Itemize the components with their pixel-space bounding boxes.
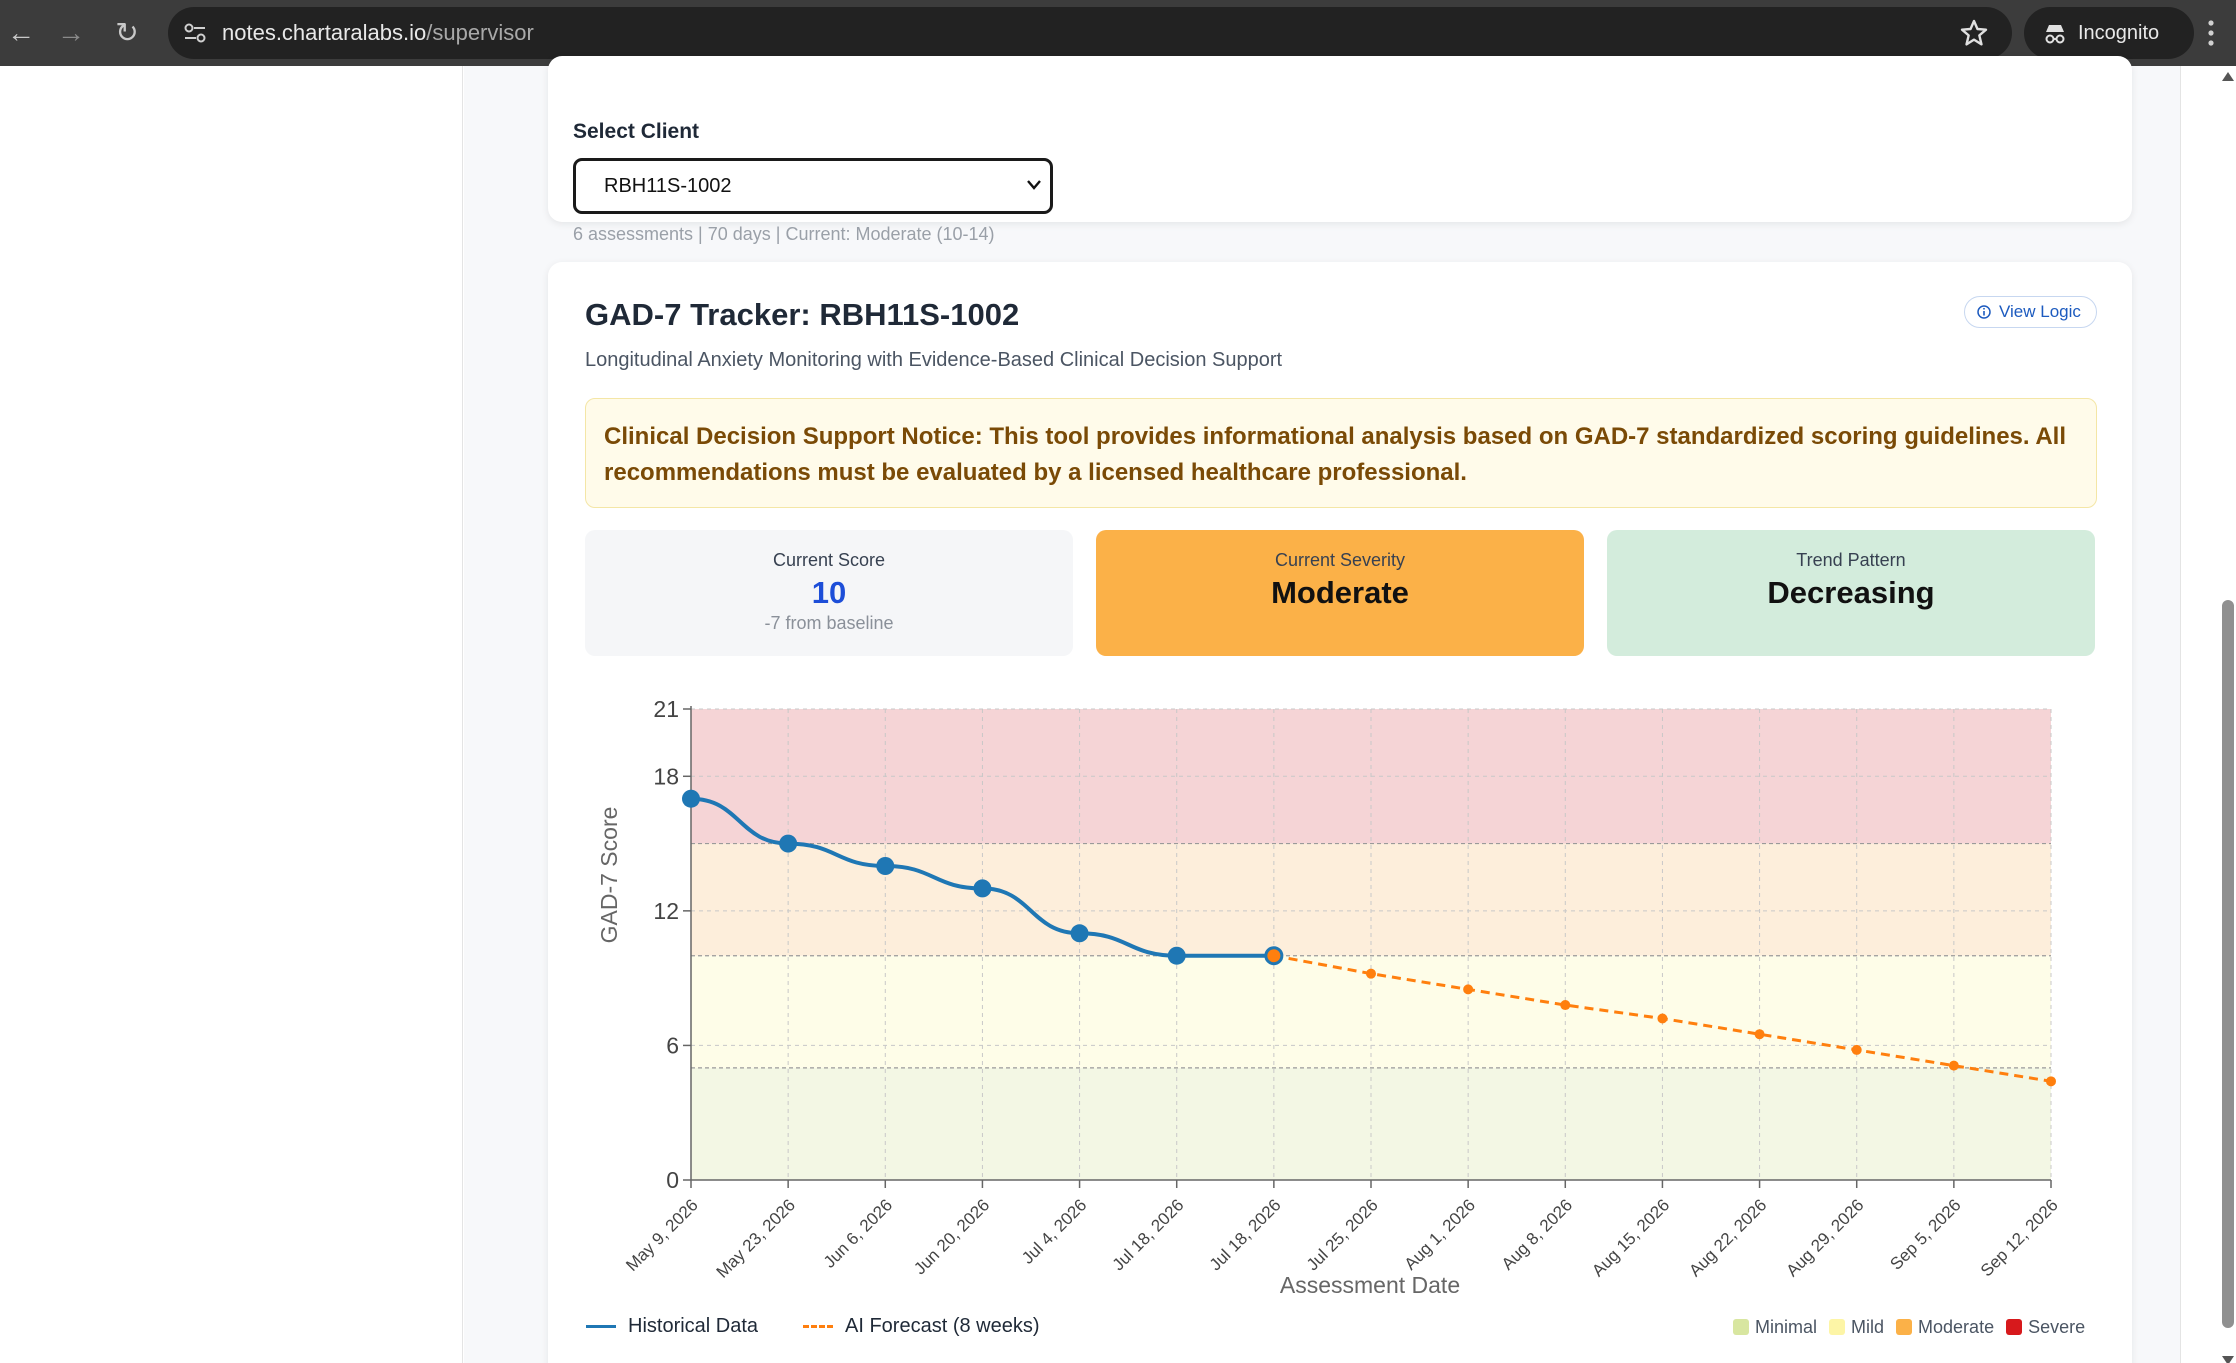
historical-point: [1167, 946, 1186, 965]
current-score-card: Current Score 10 -7 from baseline: [585, 530, 1073, 656]
legend-forecast-label: AI Forecast (8 weeks): [845, 1315, 1040, 1337]
severity-legend: Minimal Mild Moderate Severe: [1733, 1317, 2097, 1338]
historical-point: [779, 834, 798, 853]
legend-swatch: [1829, 1319, 1846, 1335]
forecast-point: [1366, 968, 1376, 979]
trend-value: Decreasing: [1767, 575, 1935, 610]
legend-band-minimal: Minimal: [1733, 1317, 1817, 1338]
tracker-title: GAD-7 Tracker: RBH11S-1002: [585, 297, 1020, 332]
x-axis-label: Assessment Date: [1280, 1272, 1460, 1298]
view-logic-label: View Logic: [1999, 302, 2081, 321]
current-score-value: 10: [811, 575, 847, 610]
trend-pattern-card: Trend Pattern Decreasing: [1607, 530, 2095, 656]
forward-icon[interactable]: →: [52, 14, 90, 52]
historical-point: [682, 789, 700, 808]
legend-swatch: [1733, 1319, 1749, 1335]
severity-value: Moderate: [1271, 575, 1409, 610]
legend-swatch: [1896, 1319, 1913, 1335]
historical-point: [1070, 924, 1089, 943]
historical-point-latest: [1264, 946, 1284, 966]
forecast-point: [2046, 1076, 2056, 1087]
browser-menu-icon[interactable]: [2196, 14, 2226, 52]
current-score-label: Current Score: [772, 550, 886, 570]
tracker-subtitle: Longitudinal Anxiety Monitoring with Evi…: [585, 349, 1283, 371]
view-logic-button[interactable]: View Logic: [1964, 296, 2097, 328]
back-icon[interactable]: ←: [2, 14, 40, 52]
scrollbar-thumb[interactable]: [2222, 600, 2234, 1328]
info-icon: [1977, 305, 1991, 319]
legend-historical: Historical Data: [586, 1315, 758, 1338]
legend-band-label: Minimal: [1755, 1317, 1818, 1337]
trend-label: Trend Pattern: [1796, 550, 1906, 570]
legend-band-label: Moderate: [1918, 1317, 1995, 1337]
y-tick-label: 0: [666, 1167, 679, 1193]
url-path: /supervisor: [426, 20, 534, 45]
site-settings-icon[interactable]: [182, 20, 208, 46]
legend-forecast: AI Forecast (8 weeks): [803, 1315, 1040, 1338]
legend-band-severe: Severe: [2006, 1317, 2085, 1338]
forecast-point: [1948, 1060, 1959, 1071]
incognito-icon: [2045, 25, 2065, 44]
client-select-value: RBH11S-1002: [604, 175, 732, 197]
current-severity-card: Current Severity Moderate: [1096, 530, 1584, 656]
y-tick-label: 6: [666, 1032, 679, 1058]
client-meta: 6 assessments | 70 days | Current: Moder…: [573, 224, 995, 244]
historical-point: [876, 857, 895, 875]
select-client-label: Select Client: [573, 120, 700, 143]
legend-historical-label: Historical Data: [628, 1315, 759, 1337]
clinical-notice: Clinical Decision Support Notice: This t…: [585, 398, 2097, 508]
left-sidebar: [0, 66, 463, 1363]
forecast-point: [1463, 984, 1474, 995]
bookmark-star-icon[interactable]: [1958, 17, 1990, 49]
historical-point: [973, 879, 992, 898]
reload-icon[interactable]: ↻: [108, 14, 146, 52]
scroll-up-arrow[interactable]: [2222, 72, 2234, 81]
legend-band-label: Mild: [1851, 1317, 1885, 1337]
y-axis-label: GAD-7 Score: [596, 807, 622, 944]
incognito-label: Incognito: [2078, 22, 2160, 44]
y-tick-label: 12: [653, 898, 679, 924]
legend-band-label: Severe: [2028, 1317, 2086, 1337]
y-tick-label: 21: [653, 696, 679, 722]
legend-band-mild: Mild: [1829, 1317, 1884, 1338]
legend-band-moderate: Moderate: [1896, 1317, 1994, 1338]
forecast-point: [1754, 1029, 1765, 1040]
forecast-line-swatch: [803, 1325, 833, 1329]
band-minimal: [691, 1067, 2051, 1180]
legend-swatch: [2006, 1319, 2023, 1335]
severity-label: Current Severity: [1274, 550, 1406, 570]
address-bar[interactable]: notes.chartaralabs.io/supervisor: [168, 7, 2012, 59]
forecast-point: [1657, 1013, 1668, 1024]
y-tick-label: 18: [653, 763, 679, 789]
client-selector-card: Select Client RBH11S-1002 6 assessments …: [548, 56, 2132, 244]
incognito-badge[interactable]: Incognito: [2024, 7, 2194, 59]
current-score-delta: -7 from baseline: [764, 613, 894, 633]
url-host: notes.chartaralabs.io: [222, 20, 427, 45]
band-moderate: [691, 843, 2051, 956]
chevron-down-icon: [1027, 180, 1041, 190]
url-text: notes.chartaralabs.io/supervisor: [222, 7, 534, 59]
historical-line-swatch: [586, 1325, 616, 1329]
client-select[interactable]: RBH11S-1002: [573, 158, 1053, 214]
forecast-point: [1851, 1044, 1862, 1055]
scroll-down-arrow[interactable]: [2222, 1356, 2234, 1363]
forecast-point: [1560, 1000, 1571, 1011]
